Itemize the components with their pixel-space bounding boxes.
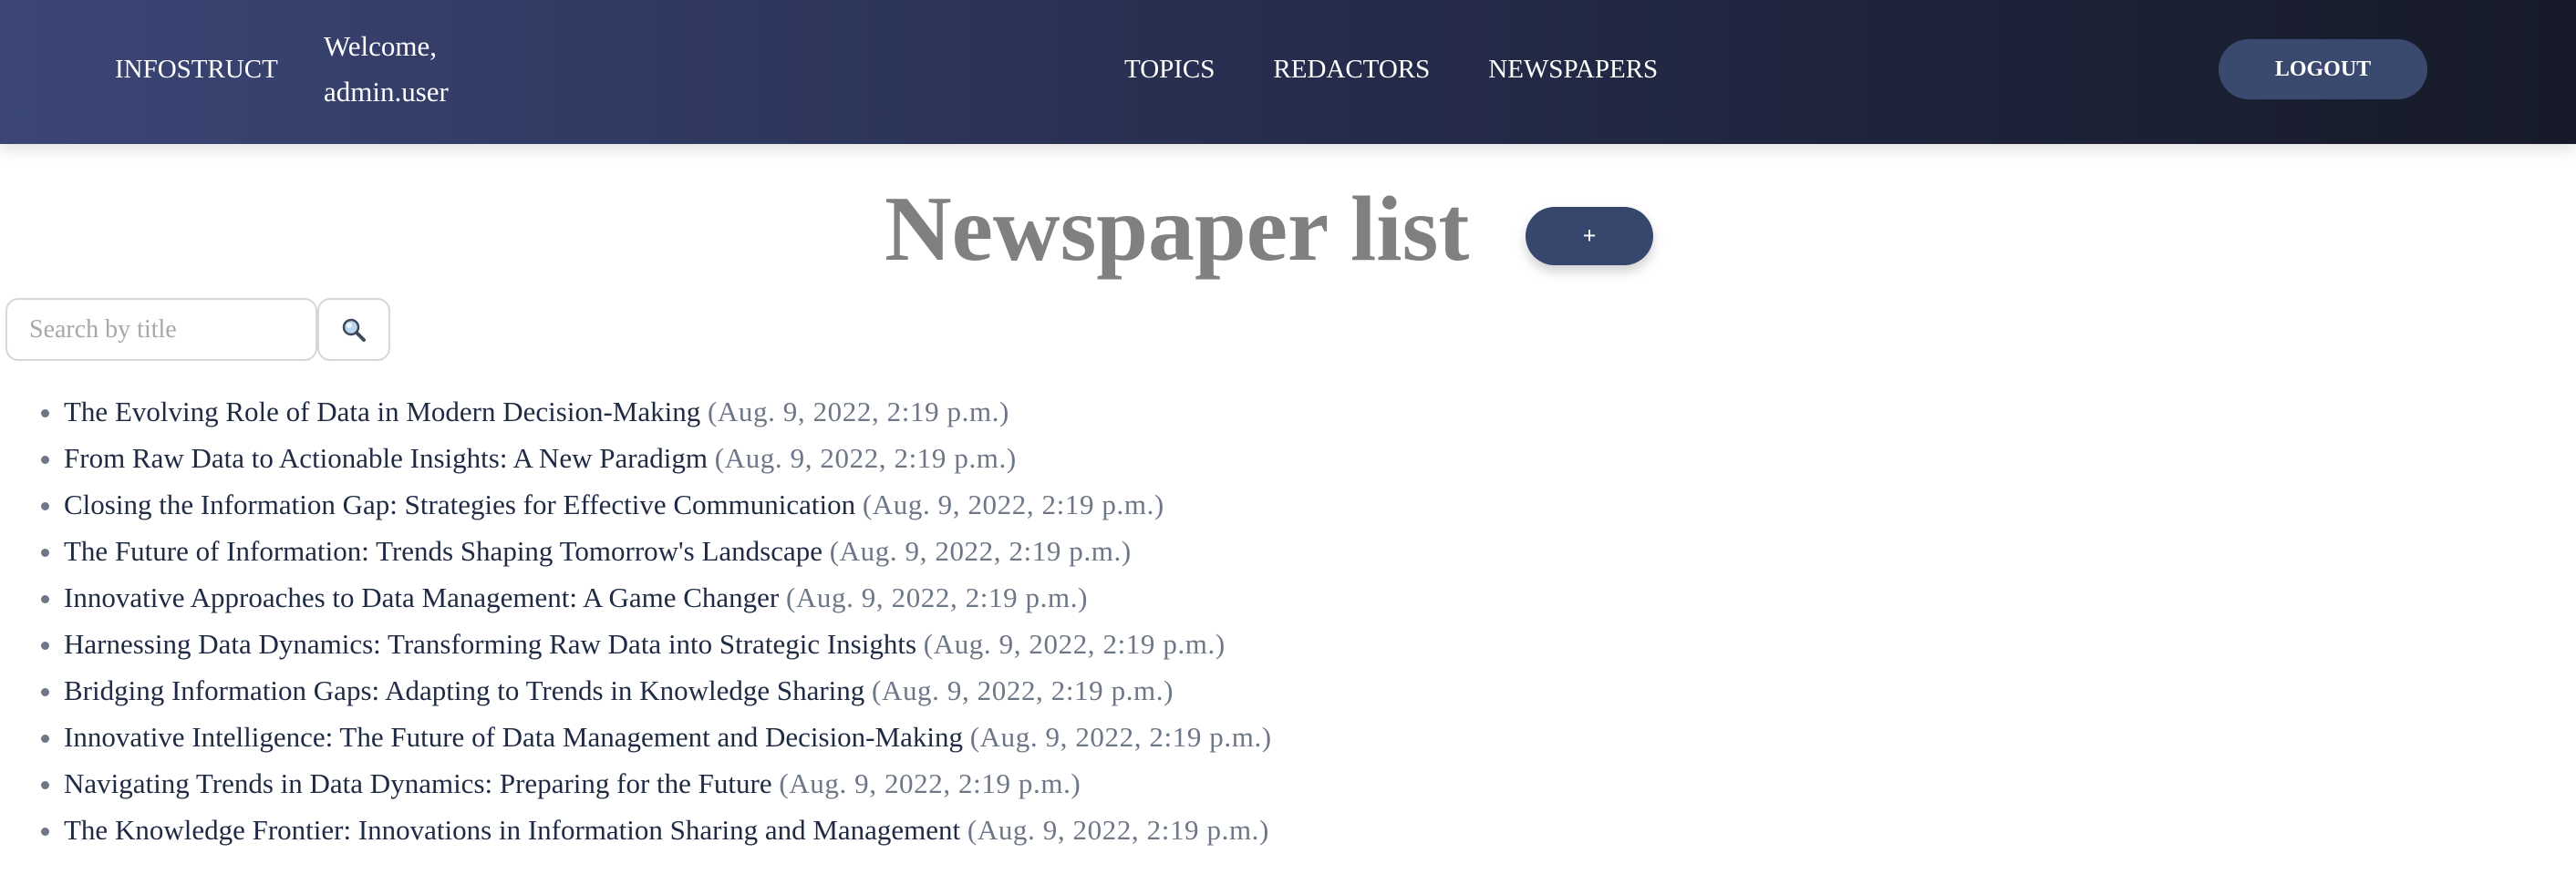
welcome-message: Welcome, admin.user bbox=[324, 24, 449, 115]
search-input[interactable] bbox=[5, 298, 317, 361]
list-item: The Future of Information: Trends Shapin… bbox=[64, 528, 1272, 574]
newspaper-title-link[interactable]: Innovative Intelligence: The Future of D… bbox=[64, 721, 963, 753]
list-item: From Raw Data to Actionable Insights: A … bbox=[64, 435, 1272, 481]
nav-links: TOPICS REDACTORS NEWSPAPERS bbox=[1124, 51, 1658, 87]
list-item: Harnessing Data Dynamics: Transforming R… bbox=[64, 621, 1272, 667]
welcome-text: Welcome, bbox=[324, 30, 438, 62]
username: admin.user bbox=[324, 76, 449, 108]
newspaper-title-link[interactable]: Harnessing Data Dynamics: Transforming R… bbox=[64, 628, 916, 660]
newspaper-title-link[interactable]: The Evolving Role of Data in Modern Deci… bbox=[64, 396, 700, 427]
add-newspaper-button[interactable]: + bbox=[1526, 207, 1653, 265]
list-item: Navigating Trends in Data Dynamics: Prep… bbox=[64, 760, 1272, 807]
newspaper-title-link[interactable]: The Knowledge Frontier: Innovations in I… bbox=[64, 814, 960, 846]
newspaper-title-link[interactable]: Innovative Approaches to Data Management… bbox=[64, 581, 779, 613]
newspaper-list: The Evolving Role of Data in Modern Deci… bbox=[0, 388, 1272, 853]
newspaper-date: (Aug. 9, 2022, 2:19 p.m.) bbox=[862, 489, 1164, 520]
magnifier-icon bbox=[342, 318, 366, 342]
newspaper-title-link[interactable]: From Raw Data to Actionable Insights: A … bbox=[64, 442, 708, 474]
newspaper-title-link[interactable]: The Future of Information: Trends Shapin… bbox=[64, 535, 822, 567]
newspaper-title-link[interactable]: Closing the Information Gap: Strategies … bbox=[64, 489, 855, 520]
list-item: Bridging Information Gaps: Adapting to T… bbox=[64, 667, 1272, 714]
newspaper-date: (Aug. 9, 2022, 2:19 p.m.) bbox=[785, 581, 1088, 613]
nav-newspapers[interactable]: NEWSPAPERS bbox=[1488, 51, 1658, 87]
newspaper-date: (Aug. 9, 2022, 2:19 p.m.) bbox=[872, 674, 1174, 706]
newspaper-date: (Aug. 9, 2022, 2:19 p.m.) bbox=[779, 767, 1081, 799]
newspaper-date: (Aug. 9, 2022, 2:19 p.m.) bbox=[829, 535, 1132, 567]
page-title: Newspaper list bbox=[885, 178, 1470, 281]
brand-link[interactable]: INFOSTRUCT bbox=[115, 51, 278, 87]
newspaper-date: (Aug. 9, 2022, 2:19 p.m.) bbox=[923, 628, 1226, 660]
list-item: Closing the Information Gap: Strategies … bbox=[64, 481, 1272, 528]
newspaper-date: (Aug. 9, 2022, 2:19 p.m.) bbox=[707, 396, 1009, 427]
list-item: The Evolving Role of Data in Modern Deci… bbox=[64, 388, 1272, 435]
newspaper-title-link[interactable]: Navigating Trends in Data Dynamics: Prep… bbox=[64, 767, 772, 799]
list-item: The Knowledge Frontier: Innovations in I… bbox=[64, 807, 1272, 853]
newspaper-date: (Aug. 9, 2022, 2:19 p.m.) bbox=[967, 814, 1269, 846]
list-item: Innovative Approaches to Data Management… bbox=[64, 574, 1272, 621]
newspaper-date: (Aug. 9, 2022, 2:19 p.m.) bbox=[714, 442, 1017, 474]
logout-button[interactable]: LOGOUT bbox=[2219, 39, 2427, 99]
list-item: Innovative Intelligence: The Future of D… bbox=[64, 714, 1272, 760]
newspaper-title-link[interactable]: Bridging Information Gaps: Adapting to T… bbox=[64, 674, 864, 706]
newspaper-date: (Aug. 9, 2022, 2:19 p.m.) bbox=[969, 721, 1272, 753]
search-button[interactable] bbox=[317, 298, 390, 361]
navbar: INFOSTRUCT Welcome, admin.user TOPICS RE… bbox=[0, 0, 2576, 144]
nav-topics[interactable]: TOPICS bbox=[1124, 51, 1215, 87]
nav-redactors[interactable]: REDACTORS bbox=[1273, 51, 1430, 87]
search-form bbox=[5, 298, 390, 361]
